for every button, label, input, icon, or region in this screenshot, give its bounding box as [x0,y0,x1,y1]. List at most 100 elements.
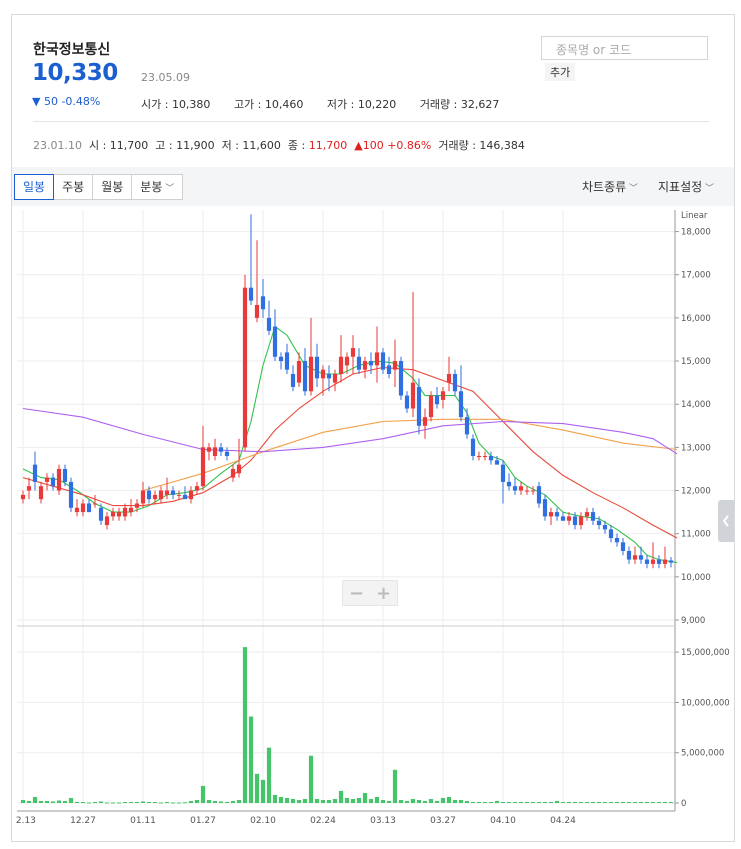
candle-body [86,503,92,513]
volume-bar [536,801,542,803]
candle-body [260,296,266,310]
volume-bar [440,797,446,803]
scale-label: Linear [681,211,708,221]
side-panel-handle[interactable] [718,500,734,542]
candle-body [254,304,260,318]
candle-body [482,456,488,457]
hover-info: 23.01.10 시 : 11,700 고 : 11,900 저 : 11,60… [33,137,525,153]
volume-bar [404,800,410,803]
chart-type-dropdown[interactable]: 차트종류 ﹀ [582,178,638,195]
tab-monthly[interactable]: 월봉 [92,174,133,200]
volume-bar [32,796,38,803]
candle-body [308,356,314,392]
hover-close: 11,700 [308,139,348,152]
candle-body [422,417,428,426]
candle-body [608,529,614,538]
zoom-in-button[interactable]: + [376,583,391,604]
candle-body [392,361,398,370]
stock-search-input[interactable]: 종목명 or 코드 [541,36,708,60]
candle-body [278,356,284,362]
day-stats: 시가 : 10,380 고가 : 10,460 저가 : 10,220 거래량 … [141,96,519,112]
volume-bar [200,785,206,803]
volume-bar [266,747,272,803]
candle-body [506,481,512,487]
candle-body [98,507,104,521]
tab-minute-label: 분봉 [140,180,163,194]
volume-bar [362,792,368,803]
candle-body [266,317,272,331]
volume-bar [122,801,128,803]
candle-body [206,447,212,452]
volume-bar [296,799,302,803]
candle-body [614,538,620,543]
candle-body [194,486,200,491]
candle-body [290,374,296,387]
volume-bar [44,800,50,803]
volume-bar [500,801,506,803]
candle-body [626,550,632,560]
volume-bar [566,801,572,803]
volume-bar [380,799,386,803]
volume-bar [62,800,68,803]
zoom-out-button[interactable]: − [349,583,364,604]
volume-bar [446,796,452,803]
candle-body [638,555,644,560]
volume-bar [662,801,668,803]
volume-bar [152,801,158,803]
candle-body [20,494,26,500]
candle-body [410,382,416,409]
tab-weekly[interactable]: 주봉 [53,174,94,200]
volume-bar [410,798,416,803]
volume-bar [56,800,62,803]
volume-bar [542,801,548,803]
tab-daily[interactable]: 일봉 [14,174,55,200]
volume-bar [356,797,362,803]
indicator-dropdown[interactable]: 지표설정 ﹀ [658,178,714,195]
current-price: 10,330 [32,60,118,86]
volume-bar [224,801,230,803]
volume-bar [188,800,194,803]
chevron-down-icon: ﹀ [626,184,639,194]
volume-bar [470,801,476,803]
candle-body [284,352,290,370]
candle-body [140,490,146,504]
volume-bar [350,798,356,803]
candle-body [230,468,236,478]
volume-bar [464,800,470,803]
volume-bar [338,790,344,803]
candle-body [320,369,326,379]
candle-body [530,490,536,492]
volume-bar [374,796,380,803]
high-price: 고가 : 10,460 [233,98,304,111]
x-tick-label: 03.27 [430,816,456,826]
volume-bar [386,800,392,803]
candle-body [488,456,494,461]
tab-minute[interactable]: 분봉 ﹀ [131,174,184,200]
volume-bar [26,800,32,803]
volume-bar [206,799,212,803]
price-chart[interactable]: 12.13 12.27 01.11 01.27 02.10 02.24 03.13 03.27… [10,210,733,838]
open-price: 시가 : 10,380 [141,98,211,111]
volume-bar [308,755,314,803]
candle-body [350,348,356,357]
volume-bar [218,801,224,803]
candle-body [200,447,206,487]
volume-bar [422,800,428,803]
volume-bar [614,801,620,803]
volume-bar [20,799,26,803]
candle-body [56,468,62,491]
volume-bar [302,798,308,803]
add-button[interactable]: 추가 [545,63,576,81]
x-tick-label: 12.13 [15,816,36,826]
chart-type-label: 차트종류 [582,180,627,194]
volume-bar [548,801,554,803]
volume-bar [194,799,200,803]
volume-bar [476,801,482,803]
volume-bar [608,801,614,803]
volume-bar [482,801,488,803]
candle-body [38,486,44,500]
volume-bar [578,801,584,803]
volume-bar [212,800,218,803]
candle-body [176,494,182,496]
candle-body [602,525,608,530]
